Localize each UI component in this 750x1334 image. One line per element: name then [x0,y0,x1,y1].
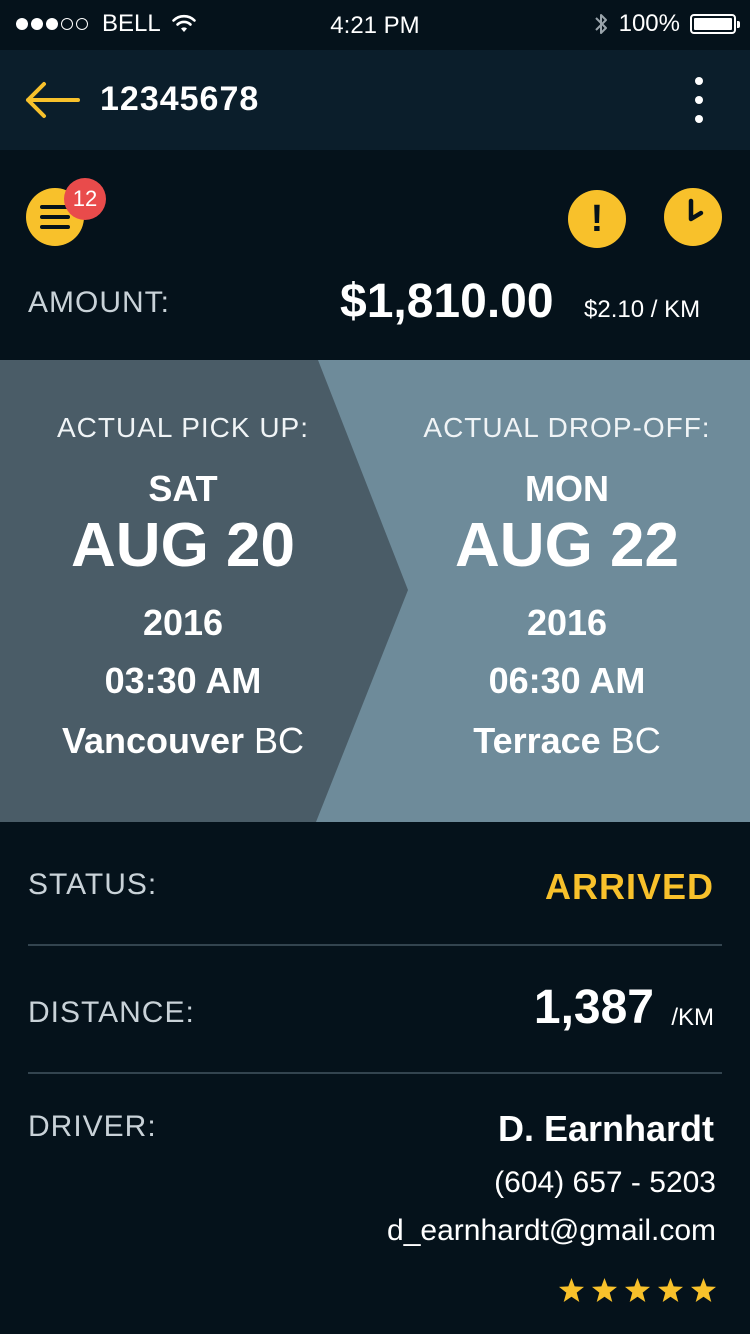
star-icon [625,1278,650,1302]
pickup-date: AUG 20 [71,511,295,580]
battery-icon [690,14,740,34]
driver-phone[interactable]: (604) 657 - 5203 [494,1166,716,1200]
details-section: STATUS: ARRIVED DISTANCE: 1,387 /KM DRIV… [0,822,750,1334]
pickup-column: ACTUAL PICK UP: SAT AUG 20 2016 03:30 AM… [0,360,366,822]
divider [28,944,722,946]
divider [28,1072,722,1074]
dropoff-day: MON [525,468,609,509]
driver-label: DRIVER: [28,1110,157,1143]
trip-panel: ACTUAL PICK UP: SAT AUG 20 2016 03:30 AM… [0,360,750,822]
summary-section: 12 ! AMOUNT: $1,810.00 $2.10 / KM [0,150,750,360]
distance-unit: /KM [671,1004,714,1031]
status-right: 100% [593,10,740,38]
exclamation-icon: ! [590,198,604,240]
page-title: 12345678 [100,80,260,118]
back-arrow-icon [26,82,80,118]
pickup-time: 03:30 AM [104,660,262,701]
battery-percent: 100% [618,10,680,37]
pickup-location: Vancouver BC [0,720,366,762]
dropoff-time: 06:30 AM [488,660,646,701]
history-button[interactable] [664,188,722,246]
dropoff-region: BC [610,720,661,761]
more-vertical-icon [695,77,703,85]
status-bar: BELL 4:21 PM 100% [0,0,750,50]
dropoff-city: Terrace [473,720,601,761]
dropoff-date: AUG 22 [455,511,679,580]
amount-value: $1,810.00 [340,275,554,328]
pickup-city: Vancouver [61,720,245,761]
dropoff-label: ACTUAL DROP-OFF: [423,412,711,443]
bluetooth-icon [594,14,607,34]
pickup-day: SAT [148,468,218,509]
more-options-button[interactable] [684,74,714,126]
dropoff-year: 2016 [526,602,608,643]
driver-rating [559,1278,716,1302]
star-icon [559,1278,584,1302]
clock-icon [688,198,704,222]
dropoff-location: Terrace BC [384,720,750,762]
pickup-year: 2016 [142,602,224,643]
back-button[interactable] [22,78,82,122]
pickup-region: BC [254,720,305,761]
rate-per-km: $2.10 / KM [584,296,701,323]
star-icon [592,1278,617,1302]
amount-label: AMOUNT: [28,286,170,319]
star-icon [658,1278,683,1302]
alert-button[interactable]: ! [568,190,626,248]
driver-email[interactable]: d_earnhardt@gmail.com [387,1214,716,1248]
notification-badge: 12 [64,178,106,220]
dropoff-column: ACTUAL DROP-OFF: MON AUG 22 2016 06:30 A… [384,360,750,822]
pickup-label: ACTUAL PICK UP: [56,412,309,443]
distance-value: 1,387 [533,981,654,1034]
status-label: STATUS: [28,868,158,901]
distance-label: DISTANCE: [28,996,195,1029]
navigation-bar: 12345678 [0,50,750,150]
star-icon [691,1278,716,1302]
driver-name: D. Earnhardt [497,1108,714,1149]
status-value: ARRIVED [544,866,714,907]
